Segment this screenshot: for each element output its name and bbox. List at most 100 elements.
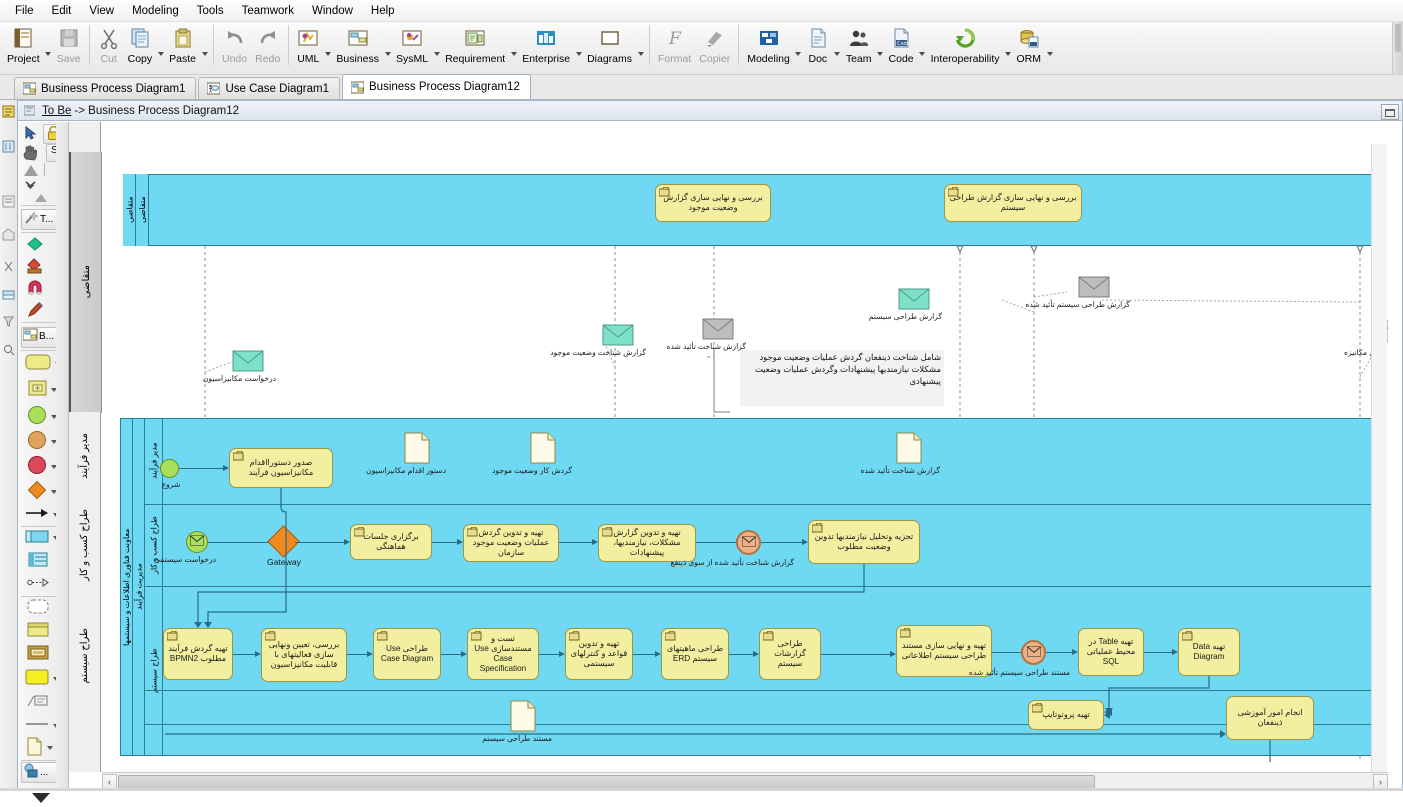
message-event-system-request[interactable] <box>186 531 208 553</box>
cut-button[interactable]: Cut <box>94 22 124 72</box>
resize-up-tool[interactable] <box>23 164 39 180</box>
diagram-nav-icon[interactable] <box>2 140 15 153</box>
task-design-system-reports[interactable]: طراحی گزارشات سیستم <box>759 628 821 680</box>
lane-tab-business-designer[interactable]: طراح کسب و کار <box>69 500 100 591</box>
message-event-confirmed-design-document[interactable] <box>1021 640 1046 665</box>
data-object-shape[interactable] <box>27 645 49 663</box>
task-prepare-prototype[interactable]: تهیه پروتوتایپ <box>1028 700 1104 730</box>
task-prepare-problems-requirements-report[interactable]: تهیه و تدوین گزارش مشکلات، نیازمندیها، پ… <box>598 524 696 562</box>
uml-dropdown-caret[interactable] <box>323 22 332 72</box>
menu-item-tools[interactable]: Tools <box>188 2 233 20</box>
subprocess-shape[interactable] <box>28 380 57 399</box>
code-button[interactable]: Code Code <box>885 22 918 72</box>
undo-button[interactable]: Undo <box>218 22 251 72</box>
task-create-tables-in-sql[interactable]: تهیه Table در محیط عملیاتی SQL <box>1078 628 1144 676</box>
message-mechanization-request[interactable] <box>232 350 264 375</box>
toolbar-overflow-scrollbar[interactable] <box>1392 22 1403 74</box>
task-analyze-requirements-write-target-state[interactable]: تجزیه وتحلیل نیازمندیها تدوین وضعیت مطلو… <box>808 520 920 564</box>
business-dropdown-caret[interactable] <box>383 22 392 72</box>
tab-business-process-diagram12[interactable]: Business Process Diagram12 <box>342 74 531 99</box>
pan-tool[interactable] <box>22 145 38 164</box>
annotation-recognition-scope[interactable]: شامل شناخت ذینفعان گردش عملیات وضعیت موج… <box>740 350 944 406</box>
format-button[interactable]: F Format <box>654 22 695 72</box>
select-tool[interactable] <box>23 125 38 144</box>
message-event-confirmed-recognition-report[interactable] <box>736 530 761 555</box>
restore-window-button[interactable] <box>1381 104 1399 120</box>
bpmn-group-inner[interactable]: B... <box>22 328 54 345</box>
association-tool[interactable] <box>27 694 49 711</box>
task-create-data-diagram[interactable]: تهیه Data Diagram <box>1178 628 1240 676</box>
team-dropdown-caret[interactable] <box>876 22 885 72</box>
lane-tab-system-designer[interactable]: طراح سیستم <box>69 590 100 723</box>
menu-item-window[interactable]: Window <box>303 2 362 20</box>
uml-button[interactable]: UML <box>293 22 323 72</box>
business-button[interactable]: Business <box>332 22 383 72</box>
menu-item-help[interactable]: Help <box>362 2 404 20</box>
task-perform-beneficiary-training[interactable]: انجام امور آموزشی ذینفعان <box>1226 696 1314 740</box>
task-hold-coordination-meetings[interactable]: برگزاری جلسات هماهنگی <box>350 524 432 560</box>
requirement-button[interactable]: Requirement <box>441 22 509 72</box>
palette-secondary-strip[interactable] <box>56 122 69 790</box>
interoperability-button[interactable]: Interoperability <box>927 22 1004 72</box>
sysml-button[interactable]: SysML <box>392 22 432 72</box>
tab-use-case-diagram1[interactable]: Use Case Diagram1 <box>198 77 340 99</box>
copier-button[interactable]: Copier <box>695 22 734 72</box>
task-write-document-use-case-spec[interactable]: تست و مستندسازی Use Case Specification <box>467 628 539 680</box>
task-issue-process-mechanization-order[interactable]: صدور دستورااقدام مکانیزاسیون فرآیند <box>229 448 333 488</box>
pool-shape[interactable] <box>25 530 59 546</box>
task-review-finalize-system-design-report[interactable]: بررسی و نهایی سازی گزارش طراحی سیستم <box>944 184 1082 222</box>
enterprise-dropdown-caret[interactable] <box>574 22 583 72</box>
paste-dropdown-caret[interactable] <box>200 22 209 72</box>
menu-item-teamwork[interactable]: Teamwork <box>233 2 303 20</box>
magnet-tool[interactable] <box>26 279 44 299</box>
line-tool[interactable] <box>25 719 59 732</box>
interoperability-dropdown-caret[interactable] <box>1004 22 1013 72</box>
vertical-scrollbar[interactable] <box>1371 144 1387 772</box>
gateway-shape[interactable] <box>27 480 57 503</box>
data-object-confirmed-recognition-report[interactable] <box>896 432 922 467</box>
end-event-shape[interactable] <box>27 455 57 478</box>
data-object-system-design-document[interactable] <box>510 700 536 735</box>
lane-tab-process-manager[interactable]: مدیر فرآیند <box>69 412 100 501</box>
copy-button[interactable]: Copy <box>124 22 157 72</box>
shape-format-tool[interactable] <box>26 236 44 255</box>
start-event-shape[interactable] <box>27 405 57 428</box>
more-shapes-inner[interactable]: ... <box>23 763 48 782</box>
data-store-shape[interactable] <box>27 622 49 640</box>
doc-button[interactable]: Doc <box>803 22 833 72</box>
menu-item-edit[interactable]: Edit <box>43 2 81 20</box>
scissors-small-icon[interactable] <box>2 260 15 273</box>
code-dropdown-caret[interactable] <box>918 22 927 72</box>
task-design-system-entities-erd[interactable]: طراحی ماهیتهای سیستم ERD <box>661 628 729 680</box>
diagrams-dropdown-caret[interactable] <box>636 22 645 72</box>
diagram-canvas[interactable]: متقاضی متقاضی بررسی و نهایی سازی گزارش و… <box>102 122 1388 772</box>
message-current-state-recognition-report[interactable] <box>602 324 634 349</box>
style-tool[interactable] <box>26 257 44 277</box>
task-prepare-document-current-ops[interactable]: تهیه و تدوین گردش عملیات وضعیت موجود ساز… <box>463 524 559 562</box>
save-button[interactable]: Save <box>53 22 85 72</box>
tab-business-process-diagram1[interactable]: Business Process Diagram1 <box>14 77 197 99</box>
diagrams-button[interactable]: Diagrams <box>583 22 636 72</box>
data-object-current-state-workflow[interactable] <box>530 432 556 467</box>
transit-tool-inner[interactable]: T... <box>23 210 53 229</box>
lane-tab-applicant[interactable]: متقاضی <box>69 152 102 413</box>
project-dropdown-caret[interactable] <box>44 22 53 72</box>
sysml-dropdown-caret[interactable] <box>432 22 441 72</box>
search-small-icon[interactable] <box>2 343 15 356</box>
requirement-dropdown-caret[interactable] <box>509 22 518 72</box>
task-prepare-rules-controls[interactable]: تهیه و تدوین قواعد و کنترلهای سیستمی <box>565 628 633 680</box>
doc-dropdown-caret[interactable] <box>833 22 842 72</box>
pen-tool[interactable] <box>26 301 44 321</box>
filter-icon[interactable] <box>2 315 15 328</box>
copy-dropdown-caret[interactable] <box>156 22 165 72</box>
menu-item-view[interactable]: View <box>80 2 123 20</box>
group-shape[interactable] <box>27 599 49 617</box>
orm-button[interactable]: ORM <box>1013 22 1046 72</box>
breadcrumb-root-link[interactable]: To Be <box>42 105 71 117</box>
collapse-up-tool[interactable] <box>34 192 48 206</box>
message-flow-tool[interactable] <box>27 577 49 591</box>
team-button[interactable]: Team <box>842 22 876 72</box>
model-tree-icon[interactable] <box>2 105 15 118</box>
document-shape-caret[interactable] <box>47 746 53 750</box>
data-object-mechanization-order[interactable] <box>404 432 430 467</box>
